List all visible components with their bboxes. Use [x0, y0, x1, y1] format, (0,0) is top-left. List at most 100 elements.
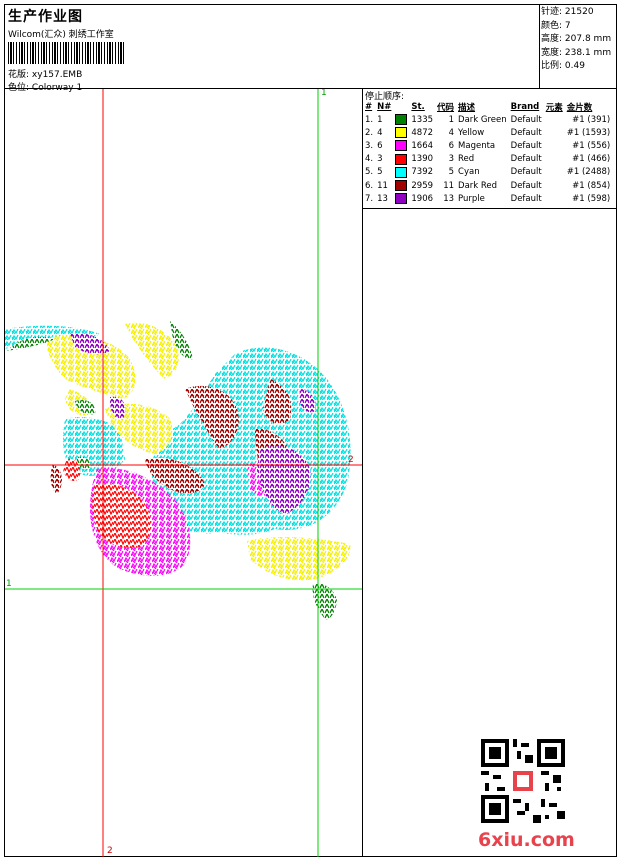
- stat-value: 238.1 mm: [564, 47, 612, 58]
- cell-st: 4872: [411, 127, 434, 138]
- cell-element: [544, 126, 565, 139]
- embroidery-design: [5, 89, 362, 857]
- cell-desc: Magenta: [458, 140, 496, 151]
- stat-value: 207.8 mm: [564, 34, 612, 44]
- cell-swatch: [393, 153, 409, 166]
- cell-st: 2959: [411, 180, 434, 191]
- cell-swatch: [393, 166, 409, 179]
- cell-code: 5: [448, 167, 455, 178]
- color-swatch: [395, 166, 408, 178]
- cell-n: 6: [377, 140, 383, 151]
- guide-label-green-top: 1: [321, 89, 327, 98]
- cell-n: 11: [377, 180, 388, 191]
- cell-element: [544, 192, 565, 205]
- col-header: Brand: [510, 102, 540, 112]
- cell-n: 13: [377, 193, 388, 204]
- cell-code: 13: [443, 193, 455, 204]
- header-divider-vertical: [539, 4, 540, 88]
- color-swatch: [395, 193, 408, 205]
- cell-code: 4: [448, 127, 455, 138]
- stat-width: 宽度: 238.1 mm: [541, 47, 611, 61]
- cell-brand: Default: [510, 114, 542, 125]
- color-swatch: [395, 153, 408, 165]
- cell-desc: Cyan: [458, 167, 480, 178]
- cell-idx: 5.: [365, 167, 374, 178]
- cell-desc: Dark Red: [458, 180, 498, 191]
- col-header: 代码: [437, 103, 455, 113]
- cell-seq: #1 (391): [572, 114, 611, 125]
- cell-brand: Default: [510, 180, 542, 191]
- col-header: #: [365, 102, 373, 112]
- design-label: 花版:: [8, 70, 30, 80]
- stat-label: 宽度:: [541, 47, 563, 58]
- sequence-divider: [362, 208, 617, 209]
- cell-brand: Default: [510, 167, 542, 178]
- stat-height: 高度: 207.8 mm: [541, 33, 611, 47]
- table-row: 7. 13 1906 13 Purple Default #1 (598): [363, 192, 612, 205]
- col-header: 描述: [458, 103, 476, 113]
- cell-n: 4: [377, 127, 383, 138]
- cell-code: 6: [448, 140, 455, 151]
- cell-code: 1: [448, 114, 455, 125]
- col-header: [393, 101, 409, 113]
- cell-element: [544, 179, 565, 192]
- cell-swatch: [393, 179, 409, 192]
- color-swatch: [395, 114, 408, 126]
- dark-red-fill: [50, 464, 62, 494]
- cell-st: 1390: [411, 154, 434, 165]
- table-row: 4. 3 1390 3 Red Default #1 (466): [363, 153, 612, 166]
- watermark-logo: 6xiu.com: [478, 829, 575, 851]
- cell-swatch: [393, 126, 409, 139]
- table-row: 5. 5 7392 5 Cyan Default #1 (2488): [363, 166, 612, 179]
- cell-brand: Default: [510, 193, 542, 204]
- stat-label: 颜色:: [541, 20, 563, 31]
- cell-desc: Dark Green: [458, 114, 507, 125]
- guide-label-red-right: 2: [348, 455, 354, 465]
- stat-value: 0.49: [564, 61, 585, 71]
- cell-st: 1906: [411, 193, 434, 204]
- cell-n: 5: [377, 167, 383, 178]
- table-row: 6. 11 2959 11 Dark Red Default #1 (854): [363, 179, 612, 192]
- cell-n: 3: [377, 154, 383, 165]
- cell-n: 1: [377, 114, 383, 125]
- design-value: xy157.EMB: [31, 70, 83, 80]
- col-header: 金片数: [566, 103, 593, 113]
- cell-idx: 6.: [365, 180, 374, 191]
- cell-idx: 4.: [365, 154, 374, 165]
- cell-code: 3: [448, 154, 455, 165]
- cell-idx: 1.: [365, 114, 374, 125]
- page-title: 生产作业图: [8, 9, 83, 25]
- table-row: 2. 4 4872 4 Yellow Default #1 (1593): [363, 126, 612, 139]
- cell-st: 7392: [411, 167, 434, 178]
- cell-desc: Red: [458, 154, 475, 165]
- col-header: N#: [377, 102, 392, 112]
- barcode: [8, 42, 126, 64]
- cell-st: 1664: [411, 140, 434, 151]
- stat-label: 比例:: [541, 61, 563, 71]
- stat-label: 高度:: [541, 34, 563, 44]
- guide-label-red-bottom: 2: [107, 846, 113, 856]
- cell-seq: #1 (556): [572, 140, 611, 151]
- table-row: 3. 6 1664 6 Magenta Default #1 (556): [363, 139, 612, 152]
- cell-swatch: [393, 139, 409, 152]
- cell-desc: Yellow: [458, 127, 485, 138]
- cell-brand: Default: [510, 140, 542, 151]
- color-swatch: [395, 180, 408, 192]
- stop-sequence-table: # N# St. 代码 描述 Brand 元素 金片数 1. 1 1335 1 Dark…: [363, 101, 612, 205]
- table-row: 1. 1 1335 1 Dark Green Default #1 (391): [363, 113, 612, 126]
- cell-st: 1335: [411, 114, 434, 125]
- cell-brand: Default: [510, 127, 542, 138]
- cell-seq: #1 (2488): [566, 167, 611, 178]
- guide-label-green-left: 1: [6, 579, 12, 589]
- col-header: St.: [411, 102, 425, 112]
- cell-seq: #1 (466): [572, 154, 611, 165]
- table-header-row: # N# St. 代码 描述 Brand 元素 金片数: [363, 101, 612, 113]
- company-name: Wilcom(汇众) 刺绣工作室: [8, 30, 114, 40]
- cell-idx: 2.: [365, 127, 374, 138]
- header-panel: 生产作业图 Wilcom(汇众) 刺绣工作室 花版: xy157.EMB 色位:…: [5, 5, 539, 93]
- color-swatch: [395, 127, 408, 139]
- design-name: 花版: xy157.EMB: [8, 67, 82, 80]
- embroidery-preview: 1 1 2 2: [5, 89, 362, 857]
- stat-stitches: 针迹: 21520: [541, 6, 611, 20]
- cell-element: [544, 113, 565, 126]
